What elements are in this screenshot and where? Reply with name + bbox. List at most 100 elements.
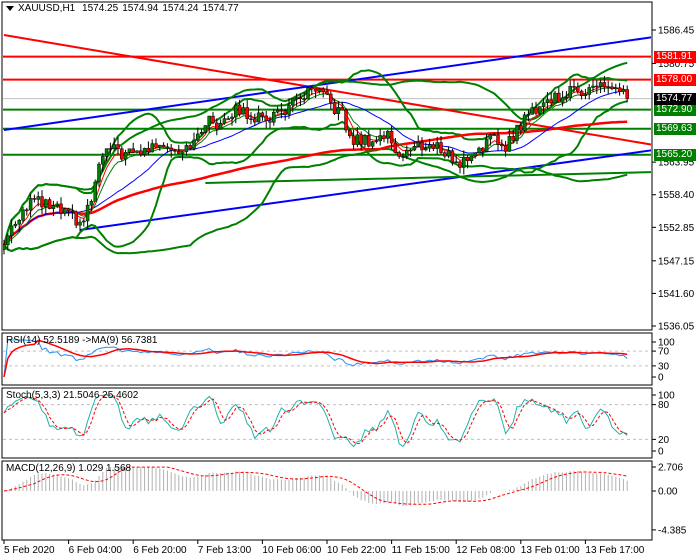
open-value: 1574.25 bbox=[82, 3, 119, 14]
candle-body bbox=[625, 89, 629, 99]
candle-body bbox=[177, 151, 181, 154]
price-tick-label: 1586.45 bbox=[658, 26, 695, 37]
candle-body bbox=[123, 152, 128, 160]
candle-body bbox=[161, 144, 166, 148]
time-tick-label: 5 Feb 2020 bbox=[4, 545, 55, 556]
candle-body bbox=[241, 107, 246, 115]
candle-body bbox=[541, 102, 546, 107]
candle-body bbox=[287, 104, 291, 115]
candle-body bbox=[367, 135, 371, 147]
candle-body bbox=[412, 146, 417, 151]
rsi-label: RSI(14) 52.5189 ->MA(9) 56.7381 bbox=[6, 335, 158, 346]
candle-body bbox=[192, 139, 196, 149]
price-plot bbox=[3, 34, 651, 255]
candle-body bbox=[557, 92, 561, 103]
level-price-label: 1581.91 bbox=[654, 50, 696, 63]
candle-body bbox=[196, 133, 200, 141]
candle-body bbox=[25, 209, 29, 212]
candle-body bbox=[568, 86, 572, 98]
candle-body bbox=[503, 145, 508, 152]
candle-body bbox=[313, 88, 318, 92]
stoch-label: Stoch(5,3,3) 21.5046 25.4602 bbox=[6, 390, 139, 401]
candle-body bbox=[329, 93, 333, 103]
candle-body bbox=[507, 136, 512, 152]
candle-body bbox=[142, 148, 147, 155]
candle-body bbox=[55, 203, 59, 206]
candle-body bbox=[203, 125, 208, 133]
candle-body bbox=[606, 86, 610, 89]
time-tick-label: 10 Feb 06:00 bbox=[262, 545, 321, 556]
candle-body bbox=[484, 138, 489, 152]
candle-body bbox=[199, 132, 204, 135]
candle-body bbox=[127, 148, 132, 153]
candle-body bbox=[416, 142, 420, 147]
candle-body bbox=[522, 114, 527, 131]
candle-body bbox=[47, 199, 52, 209]
candle-body bbox=[310, 87, 314, 90]
candle-body bbox=[454, 161, 458, 164]
stoch-tick-label: 0 bbox=[658, 447, 664, 458]
candle-body bbox=[207, 115, 211, 126]
blue-lower-channel-line bbox=[79, 149, 651, 231]
candle-body bbox=[234, 104, 238, 118]
candle-body bbox=[249, 118, 253, 120]
stoch-d-line bbox=[3, 394, 628, 445]
candle-body bbox=[401, 156, 405, 158]
candle-body bbox=[63, 208, 67, 214]
candle-body bbox=[21, 209, 25, 221]
candle-body bbox=[226, 118, 230, 120]
candle-body bbox=[139, 150, 143, 155]
stoch-tick-label: 20 bbox=[658, 435, 670, 446]
candle-body bbox=[108, 148, 113, 150]
candle-body bbox=[40, 196, 44, 208]
candle-body bbox=[59, 203, 63, 214]
time-tick-label: 10 Feb 22:00 bbox=[327, 545, 386, 556]
candle-body bbox=[131, 148, 135, 153]
candle-body bbox=[477, 147, 481, 154]
candle-body bbox=[173, 150, 177, 152]
candle-body bbox=[74, 211, 78, 226]
candle-body bbox=[488, 134, 493, 140]
candle-body bbox=[135, 150, 139, 153]
close-value: 1574.77 bbox=[202, 3, 239, 14]
dropdown-triangle-icon[interactable] bbox=[6, 5, 14, 11]
candle-body bbox=[420, 142, 424, 151]
macd-tick-label: 2.706 bbox=[658, 462, 683, 473]
candle-body bbox=[579, 90, 584, 96]
candle-body bbox=[66, 208, 71, 211]
candle-body bbox=[165, 146, 170, 149]
candle-body bbox=[245, 107, 249, 119]
candle-body bbox=[283, 110, 287, 115]
symbol-label: XAUUSD,H1 bbox=[18, 3, 76, 14]
candle-body bbox=[279, 109, 284, 112]
candle-body bbox=[306, 87, 310, 100]
candle-body bbox=[382, 135, 386, 139]
candle-body bbox=[572, 86, 576, 88]
candle-body bbox=[104, 148, 109, 157]
chart-canvas[interactable]: 1586.451580.751563.951558.401552.851547.… bbox=[0, 0, 700, 560]
candle-body bbox=[112, 144, 116, 150]
time-axis: 5 Feb 2020 6 Feb 04:00 6 Feb 20:00 7 Feb 13… bbox=[3, 540, 645, 556]
candle-body bbox=[158, 144, 162, 148]
candle-body bbox=[215, 122, 219, 130]
time-tick-label: 13 Feb 01:00 bbox=[521, 545, 580, 556]
candle-body bbox=[150, 143, 154, 153]
candle-body bbox=[89, 201, 94, 206]
candle-body bbox=[222, 118, 227, 124]
candle-body bbox=[564, 97, 569, 99]
candle-body bbox=[591, 85, 595, 88]
candle-body bbox=[598, 82, 603, 87]
candle-body bbox=[386, 130, 390, 139]
stoch-tick-label: 80 bbox=[658, 400, 670, 411]
candle-body bbox=[405, 149, 409, 157]
candle-body bbox=[298, 97, 303, 100]
candle-body bbox=[211, 115, 215, 124]
candle-body bbox=[120, 148, 124, 160]
time-tick-label: 6 Feb 20:00 bbox=[133, 545, 187, 556]
candle-body bbox=[36, 196, 40, 200]
candle-body bbox=[78, 221, 82, 226]
candle-body bbox=[515, 125, 519, 141]
candle-body bbox=[264, 115, 268, 121]
candle-body bbox=[44, 199, 48, 208]
candle-body bbox=[500, 144, 504, 147]
